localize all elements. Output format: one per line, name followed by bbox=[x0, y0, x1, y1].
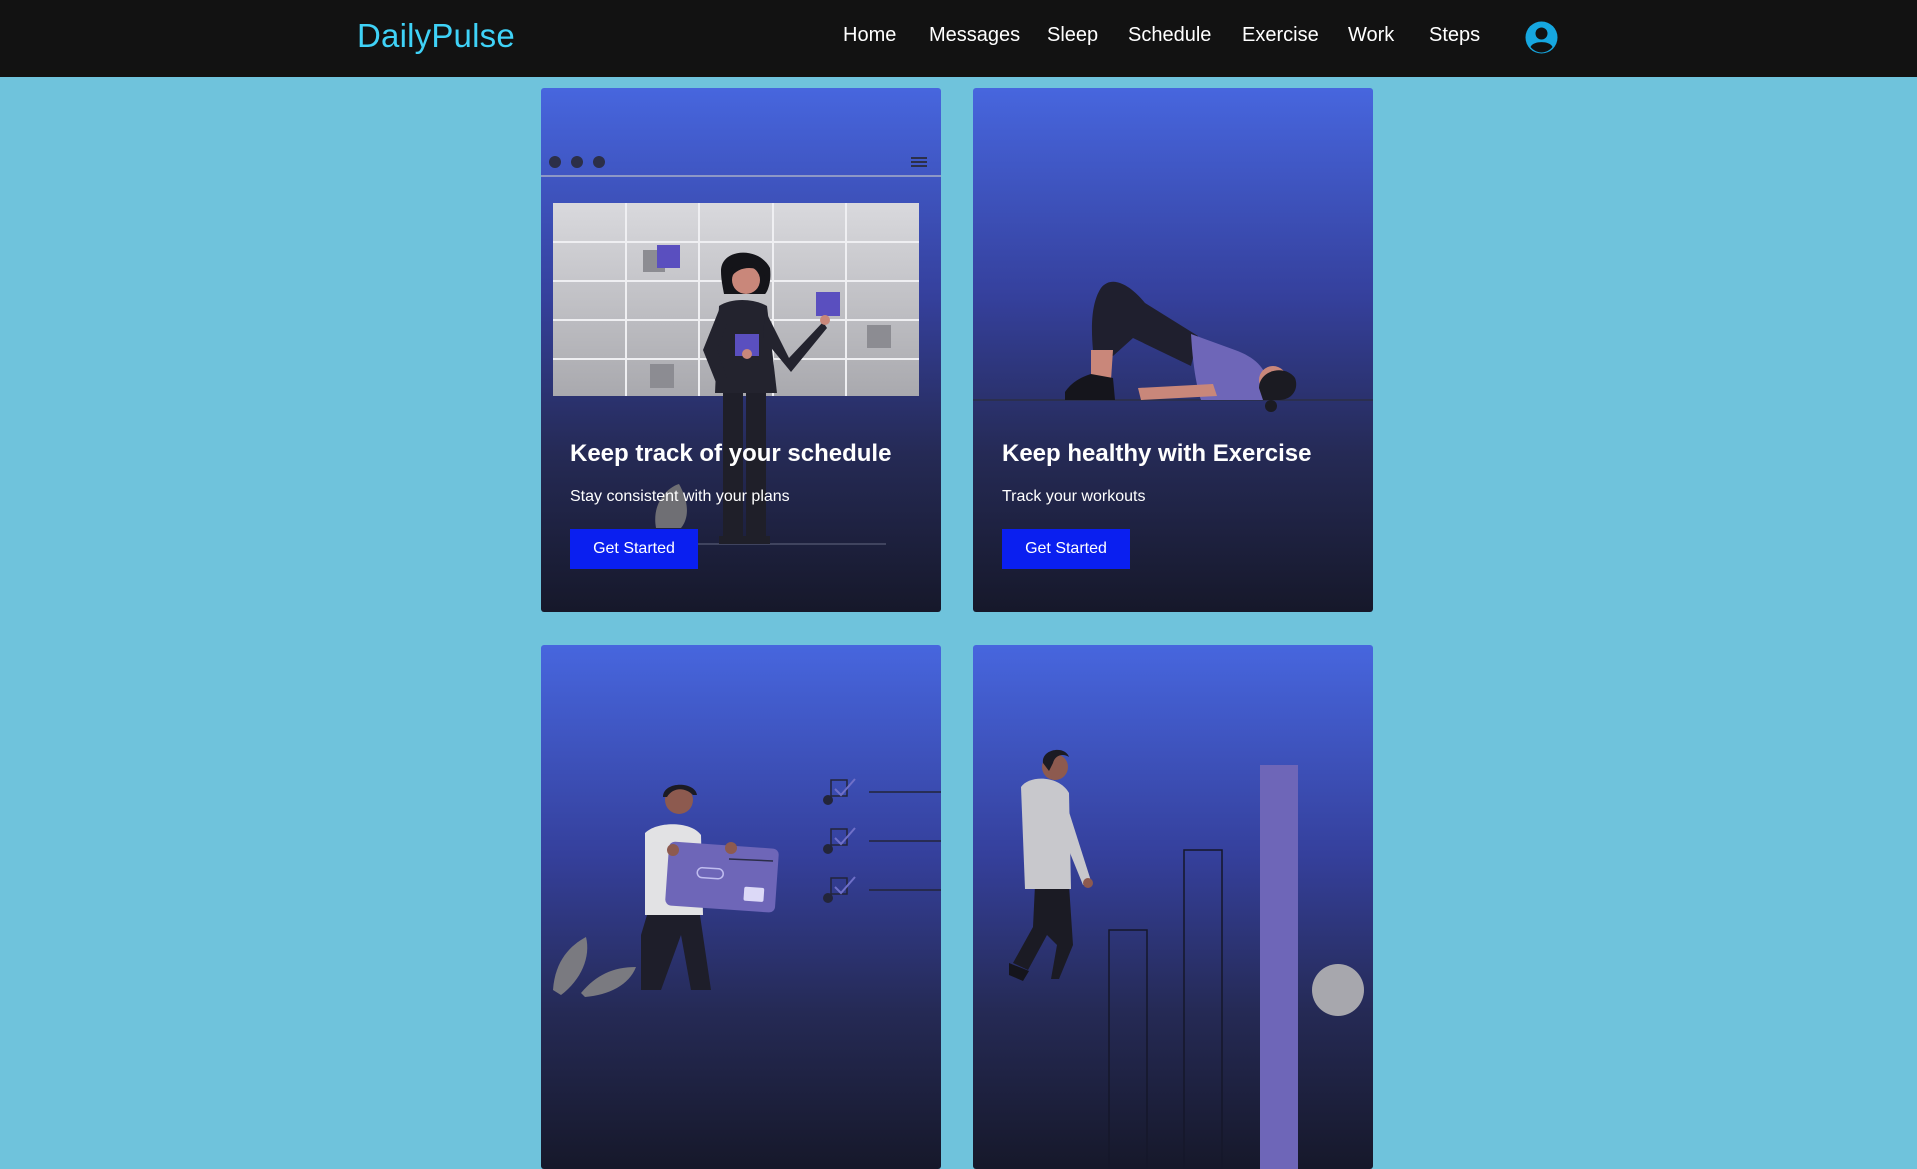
nav-link-sleep[interactable]: Sleep bbox=[1047, 24, 1098, 47]
work-illustration bbox=[553, 778, 941, 997]
nav-link-schedule[interactable]: Schedule bbox=[1128, 24, 1211, 47]
schedule-card: Keep track of your schedule Stay consist… bbox=[541, 88, 941, 612]
get-started-button[interactable]: Get Started bbox=[570, 529, 698, 569]
nav-link-work[interactable]: Work bbox=[1348, 24, 1394, 47]
navbar: DailyPulse Home Messages Sleep Schedule … bbox=[0, 0, 1917, 77]
nav-link-steps[interactable]: Steps bbox=[1429, 24, 1480, 47]
card-subtitle: Track your workouts bbox=[1002, 488, 1146, 505]
card-title: Keep track of your schedule bbox=[570, 440, 892, 467]
steps-card bbox=[973, 645, 1373, 1169]
brand-logo[interactable]: DailyPulse bbox=[357, 17, 515, 55]
nav-link-messages[interactable]: Messages bbox=[929, 24, 1020, 47]
card-subtitle: Stay consistent with your plans bbox=[570, 488, 790, 505]
user-circle-icon[interactable] bbox=[1525, 21, 1558, 54]
nav-link-exercise[interactable]: Exercise bbox=[1242, 24, 1319, 47]
card-title: Keep healthy with Exercise bbox=[1002, 440, 1312, 467]
get-started-button[interactable]: Get Started bbox=[1002, 529, 1130, 569]
work-card bbox=[541, 645, 941, 1169]
exercise-card: Keep healthy with Exercise Track your wo… bbox=[973, 88, 1373, 612]
nav-link-home[interactable]: Home bbox=[843, 24, 896, 47]
steps-illustration bbox=[1009, 749, 1364, 1169]
